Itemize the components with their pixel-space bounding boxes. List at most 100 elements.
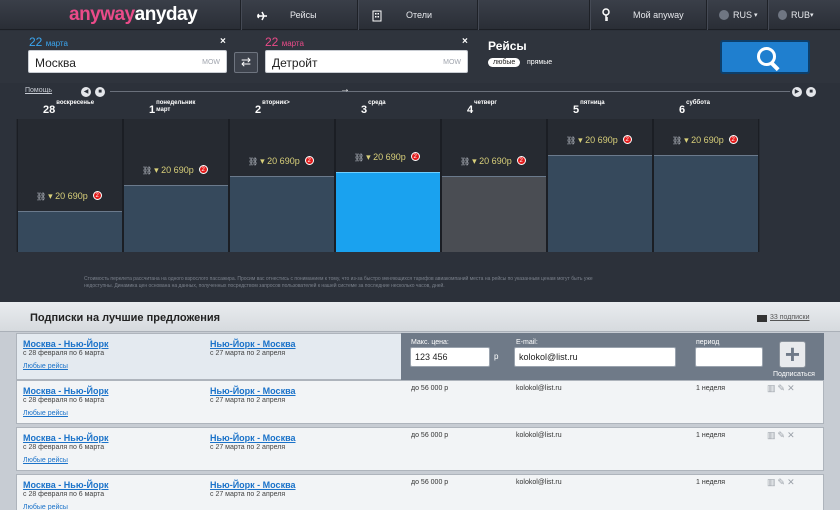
calendar-column[interactable]: ⛓ ▾ 20 690р 2 — [653, 119, 759, 252]
help-link[interactable]: Помощь — [25, 87, 52, 94]
next-period-icon[interactable]: ▶ — [792, 87, 802, 97]
link-icon: ⛓ — [354, 153, 365, 162]
any-flights-link[interactable]: Любые рейсы — [23, 457, 68, 464]
clear-to-icon[interactable]: × — [462, 36, 468, 47]
subscriptions-count-link[interactable]: 33 подписки — [770, 314, 810, 321]
day-label[interactable]: 2вторник> — [255, 100, 317, 118]
stats-icon[interactable]: ▥ — [767, 383, 778, 393]
price-tag[interactable]: ⛓ ▾ 20 690р 2 — [460, 156, 526, 167]
period-input[interactable] — [695, 347, 763, 367]
filter-any-flights[interactable]: любые — [488, 58, 521, 67]
outbound-route-link[interactable]: Москва - Нью-Йорк — [23, 433, 109, 443]
stats-icon[interactable]: ▥ — [767, 430, 778, 440]
return-dates: с 27 марта по 2 апреля — [210, 397, 286, 404]
delete-icon[interactable]: ✕ — [787, 430, 797, 440]
price-tag[interactable]: ⛓ ▾ 20 690р 2 — [248, 156, 314, 167]
return-dates: с 27 марта по 2 апреля — [210, 350, 286, 357]
day-number: 4 — [467, 104, 474, 116]
price-bar[interactable] — [548, 155, 652, 252]
day-label[interactable]: 5пятница — [573, 100, 635, 118]
clear-from-icon[interactable]: × — [220, 36, 226, 47]
day-name: воскресенье — [56, 100, 95, 106]
to-city-input[interactable]: Детройт MOW — [265, 50, 468, 73]
prev-period-icon[interactable]: ◀ — [81, 87, 91, 97]
price-text: ▾ 20 690р — [684, 135, 724, 145]
price-bar[interactable] — [230, 176, 334, 252]
nav-divider — [477, 0, 478, 30]
nav-hotels[interactable]: Отели — [406, 10, 432, 20]
return-route-link[interactable]: Нью-Йорк - Москва — [210, 480, 296, 490]
nav-my-account[interactable]: Мой anyway — [633, 10, 684, 20]
price-bar[interactable] — [442, 176, 546, 252]
calendar-column[interactable]: ⛓ ▾ 20 690р 2 — [229, 119, 335, 252]
logo-part-1: anyway — [69, 4, 135, 25]
last-period-icon[interactable]: ■ — [806, 87, 816, 97]
currency-selector[interactable]: RUB — [791, 10, 810, 20]
day-number: 5 — [573, 104, 580, 116]
first-period-icon[interactable]: ■ — [95, 87, 105, 97]
day-label[interactable]: 6суббота — [679, 100, 741, 118]
to-date[interactable]: 22 марта — [265, 35, 304, 49]
price-bar[interactable] — [124, 185, 228, 252]
calendar-column[interactable]: ⛓ ▾ 20 690р 2 — [335, 119, 441, 252]
day-label[interactable]: 3среда — [361, 100, 423, 118]
edit-icon[interactable]: ✎ — [778, 477, 788, 487]
outbound-route-link[interactable]: Москва - Нью-Йорк — [23, 386, 109, 396]
price-bar[interactable] — [18, 211, 122, 252]
edit-icon[interactable]: ✎ — [778, 383, 788, 393]
to-city-code: MOW — [443, 59, 461, 66]
offers-badge: 2 — [410, 152, 420, 161]
return-dates: с 27 марта по 2 апреля — [210, 444, 286, 451]
link-icon: ⛓ — [672, 136, 683, 145]
outbound-route-link[interactable]: Москва - Нью-Йорк — [23, 339, 109, 349]
calendar-column[interactable]: ⛓ ▾ 20 690р 2 — [17, 119, 123, 252]
subscribe-label[interactable]: Подписаться — [773, 371, 815, 378]
price-tag[interactable]: ⛓ ▾ 20 690р 2 — [354, 152, 420, 163]
filter-direct-flights[interactable]: прямые — [527, 59, 552, 66]
max-price-label: Макс. цена: — [411, 339, 449, 346]
any-flights-link[interactable]: Любые рейсы — [23, 504, 68, 510]
day-label[interactable]: 28воскресенье — [43, 100, 111, 118]
price-bar[interactable] — [654, 155, 758, 252]
language-selector[interactable]: RUS — [733, 10, 752, 20]
search-button[interactable] — [720, 40, 810, 74]
link-icon: ⛓ — [36, 192, 47, 201]
offers-badge: 2 — [728, 135, 738, 144]
nav-flights[interactable]: Рейсы — [290, 10, 317, 20]
calendar-column[interactable]: ⛓ ▾ 20 690р 2 — [441, 119, 547, 252]
return-route-link[interactable]: Нью-Йорк - Москва — [210, 339, 296, 349]
outbound-route-link[interactable]: Москва - Нью-Йорк — [23, 480, 109, 490]
stats-icon[interactable]: ▥ — [767, 477, 778, 487]
any-flights-link[interactable]: Любые рейсы — [23, 410, 68, 417]
delete-icon[interactable]: ✕ — [787, 383, 797, 393]
day-label[interactable]: 1понедельник март — [149, 100, 211, 118]
edit-icon[interactable]: ✎ — [778, 430, 788, 440]
price-tag[interactable]: ⛓ ▾ 20 690р 2 — [36, 191, 102, 202]
from-date[interactable]: 22 марта — [29, 35, 68, 49]
swap-cities-button[interactable]: ⇄ — [234, 52, 258, 73]
calendar-column[interactable]: ⛓ ▾ 20 690р 2 — [547, 119, 653, 252]
logo[interactable]: anywayanyday — [69, 4, 198, 26]
day-name: вторник> — [262, 100, 290, 106]
price-tag[interactable]: ⛓ ▾ 20 690р 2 — [566, 135, 632, 146]
subscriptions-title: Подписки на лучшие предложения — [30, 312, 221, 324]
link-icon: ⛓ — [248, 157, 259, 166]
from-city-input[interactable]: Москва MOW — [28, 50, 227, 73]
add-subscription-button[interactable]: + — [779, 341, 806, 368]
calendar-column[interactable]: ⛓ ▾ 20 690р 2 — [123, 119, 229, 252]
day-label[interactable]: 4четверг — [467, 100, 529, 118]
return-route-link[interactable]: Нью-Йорк - Москва — [210, 433, 296, 443]
email-input[interactable]: kolokol@list.ru — [514, 347, 676, 367]
delete-icon[interactable]: ✕ — [787, 477, 797, 487]
price-tag[interactable]: ⛓ ▾ 20 690р 2 — [672, 135, 738, 146]
return-route-link[interactable]: Нью-Йорк - Москва — [210, 386, 296, 396]
any-flights-link[interactable]: Любые рейсы — [23, 363, 68, 370]
outbound-dates: с 28 февраля по 6 марта — [23, 397, 105, 404]
max-price-input[interactable]: 123 456 — [410, 347, 490, 367]
to-date-day: 22 — [265, 35, 279, 49]
to-city-value: Детройт — [272, 56, 318, 70]
price-bar[interactable] — [336, 172, 440, 252]
price-tag[interactable]: ⛓ ▾ 20 690р 2 — [142, 165, 208, 176]
max-price-value: до 56 000 р — [411, 385, 449, 392]
max-price-value: до 56 000 р — [411, 432, 449, 439]
